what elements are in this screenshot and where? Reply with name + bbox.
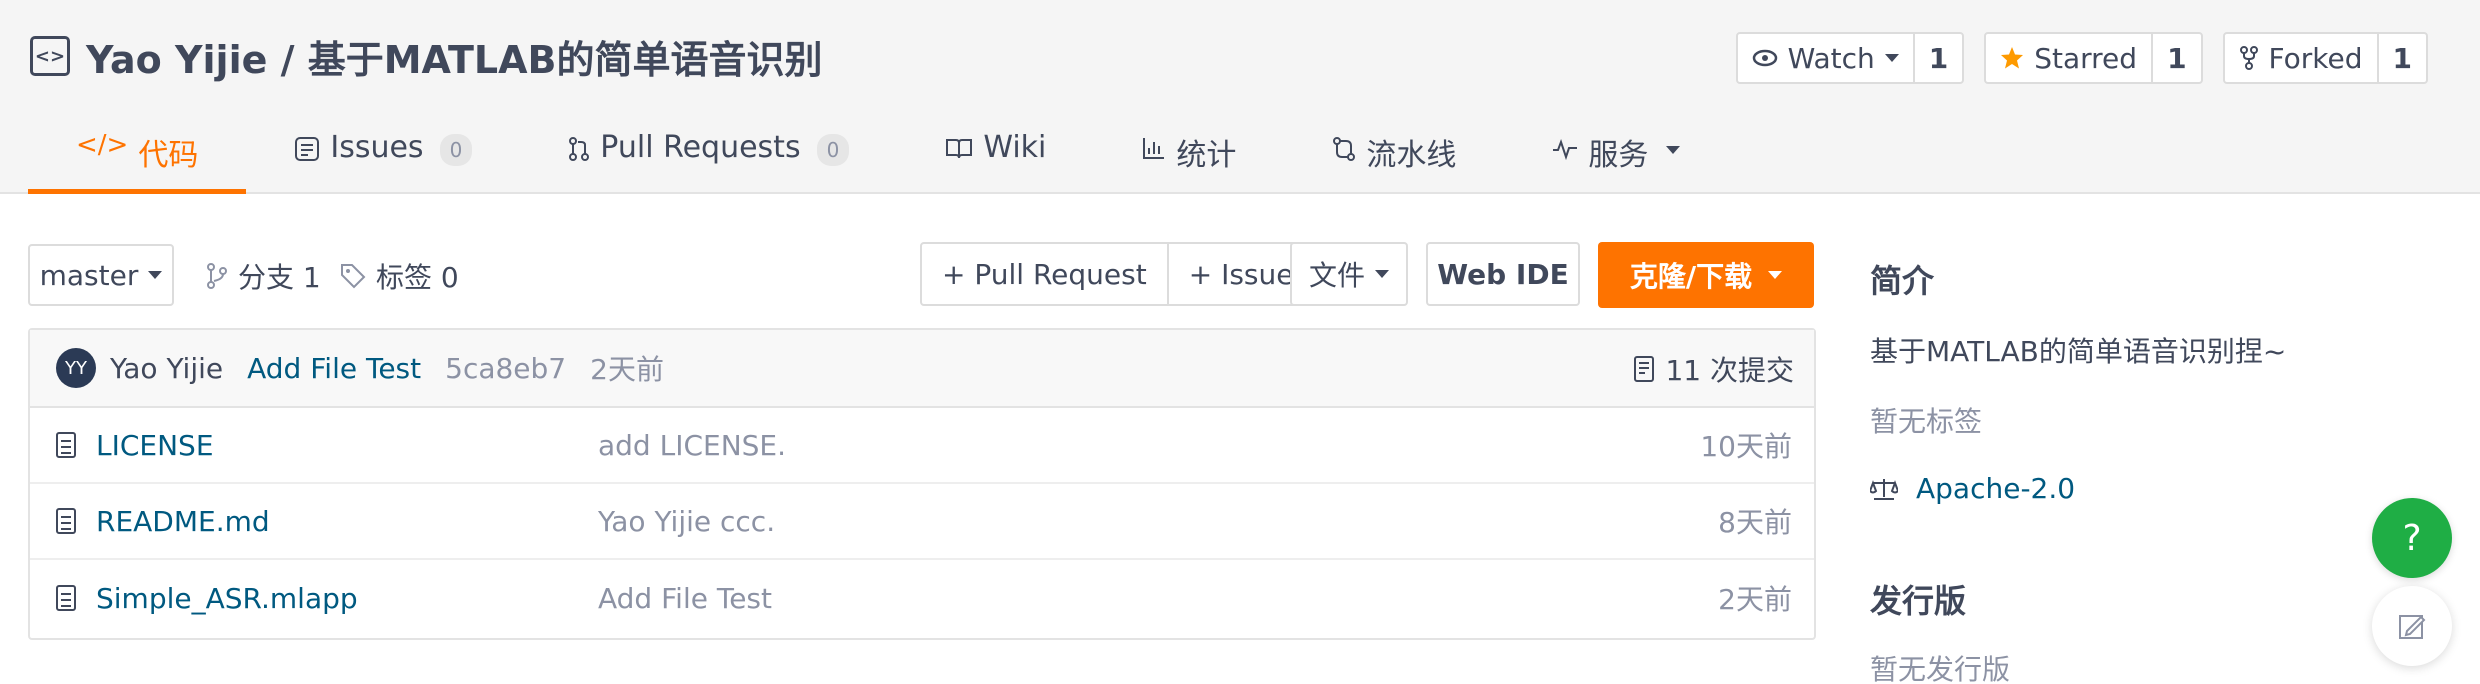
- tab-issues[interactable]: Issues 0: [246, 120, 520, 194]
- repo-header: <> Yao Yijie / 基于MATLAB的简单语音识别 Watch 1 S…: [0, 0, 2480, 194]
- new-item-group: + Pull Request + Issue: [920, 242, 1316, 306]
- web-ide-button[interactable]: Web IDE: [1426, 242, 1580, 306]
- file-icon: [56, 432, 76, 458]
- branch-label: master: [39, 258, 139, 292]
- tab-label: Issues: [330, 130, 424, 165]
- release-heading: 发行版: [1870, 582, 1967, 620]
- help-button[interactable]: ?: [2372, 498, 2452, 578]
- watch-button[interactable]: Watch 1: [1735, 32, 1965, 84]
- file-row[interactable]: README.md Yao Yijie ccc. 8天前: [30, 484, 1814, 560]
- chevron-down-icon: [1768, 271, 1783, 279]
- branch-select[interactable]: master: [28, 244, 174, 306]
- tab-label: 流水线: [1366, 138, 1457, 173]
- file-commit-message[interactable]: Yao Yijie ccc.: [598, 505, 775, 538]
- file-time: 8天前: [1718, 506, 1792, 539]
- tags-count: 标签 0: [376, 261, 459, 294]
- file-browser: YY Yao Yijie Add File Test 5ca8eb7 2天前 1…: [28, 328, 1816, 640]
- file-name[interactable]: Simple_ASR.mlapp: [96, 582, 358, 615]
- commit-message[interactable]: Add File Test: [247, 352, 421, 385]
- watch-label: Watch: [1787, 41, 1875, 75]
- files-label: 文件: [1308, 259, 1365, 292]
- intro-heading: 简介: [1870, 262, 1935, 300]
- file-row[interactable]: LICENSE add LICENSE. 10天前: [30, 408, 1814, 484]
- file-icon: [56, 585, 76, 611]
- license-name: Apache-2.0: [1916, 472, 2076, 505]
- pull-request-icon: [569, 137, 590, 161]
- repo-description: 基于MATLAB的简单语音识别捏~: [1870, 335, 2287, 368]
- repo-actions: Watch 1 Starred 1 Forked 1: [1735, 32, 2428, 84]
- tab-code[interactable]: </> 代码: [28, 120, 247, 194]
- file-name[interactable]: LICENSE: [96, 429, 214, 462]
- star-count[interactable]: 1: [2151, 34, 2200, 82]
- file-time: 10天前: [1700, 430, 1792, 463]
- tab-label: 服务: [1588, 138, 1649, 173]
- feedback-button[interactable]: [2372, 586, 2452, 666]
- pipeline-icon: [1333, 137, 1356, 161]
- issues-icon: [295, 137, 320, 161]
- tab-stats[interactable]: 统计: [1094, 120, 1284, 194]
- chevron-down-icon: [1666, 146, 1681, 154]
- bar-chart-icon: [1143, 138, 1165, 159]
- code-repo-icon: <>: [30, 36, 70, 76]
- commit-sha[interactable]: 5ca8eb7: [445, 352, 566, 385]
- tab-pipeline[interactable]: 流水线: [1284, 120, 1504, 194]
- repo-tabs: </> 代码 Issues 0 Pull Requests 0 Wiki 统计 …: [28, 120, 1728, 194]
- tag-icon: [341, 264, 366, 289]
- file-row[interactable]: Simple_ASR.mlapp Add File Test 2天前: [30, 560, 1814, 636]
- fork-label: Forked: [2268, 41, 2363, 75]
- commit-count: 11 次提交: [1665, 354, 1794, 387]
- question-icon: ?: [2402, 517, 2422, 559]
- files-dropdown[interactable]: 文件: [1290, 242, 1408, 306]
- clone-download-button[interactable]: 克隆/下载: [1598, 242, 1814, 308]
- pulse-icon: [1553, 139, 1578, 160]
- chevron-down-icon: [1375, 270, 1389, 278]
- tab-services[interactable]: 服务: [1504, 120, 1728, 194]
- tags-link[interactable]: 标签 0: [340, 256, 459, 296]
- file-commit-message[interactable]: Add File Test: [598, 582, 772, 615]
- license-link[interactable]: Apache-2.0: [1870, 472, 2075, 505]
- code-icon: </>: [76, 130, 129, 160]
- commits-icon: [1634, 356, 1655, 382]
- eye-icon: [1752, 49, 1777, 67]
- commit-count-link[interactable]: 11 次提交: [1633, 330, 1794, 408]
- new-pull-request-button[interactable]: + Pull Request: [922, 244, 1167, 304]
- pr-count-badge: 0: [816, 134, 850, 166]
- star-button[interactable]: Starred 1: [1984, 32, 2203, 84]
- issues-count-badge: 0: [439, 134, 473, 166]
- branch-icon: [207, 263, 227, 289]
- fork-count[interactable]: 1: [2376, 34, 2426, 82]
- book-icon: [946, 139, 973, 159]
- fork-button[interactable]: Forked 1: [2222, 32, 2428, 84]
- branches-count: 分支 1: [238, 261, 321, 294]
- file-commit-message[interactable]: add LICENSE.: [598, 429, 786, 462]
- tab-wiki[interactable]: Wiki: [897, 120, 1094, 194]
- commit-time: 2天前: [590, 353, 664, 386]
- fork-icon: [2239, 46, 2258, 70]
- file-icon: [56, 508, 76, 534]
- star-icon: [2001, 47, 2024, 69]
- web-ide-label: Web IDE: [1437, 257, 1569, 291]
- latest-commit: YY Yao Yijie Add File Test 5ca8eb7 2天前 1…: [30, 330, 1814, 408]
- commit-author[interactable]: Yao Yijie: [110, 352, 223, 385]
- tab-label: Pull Requests: [600, 130, 801, 165]
- watch-count[interactable]: 1: [1912, 34, 1962, 82]
- no-release-text: 暂无发行版: [1870, 653, 2011, 684]
- tab-label: 代码: [138, 138, 199, 173]
- tab-label: 统计: [1176, 138, 1237, 173]
- star-label: Starred: [2034, 41, 2138, 75]
- clone-label: 克隆/下载: [1629, 260, 1753, 293]
- tab-label: Wiki: [983, 130, 1047, 165]
- repo-title: <> Yao Yijie / 基于MATLAB的简单语音识别: [30, 28, 823, 84]
- file-name[interactable]: README.md: [96, 505, 270, 538]
- file-time: 2天前: [1718, 583, 1792, 616]
- branches-link[interactable]: 分支 1: [206, 256, 321, 296]
- repo-name[interactable]: Yao Yijie / 基于MATLAB的简单语音识别: [86, 29, 823, 84]
- edit-icon: [2399, 615, 2426, 639]
- tab-pull-requests[interactable]: Pull Requests 0: [520, 120, 897, 194]
- no-tags-text: 暂无标签: [1870, 405, 1983, 438]
- chevron-down-icon: [148, 271, 163, 279]
- scale-icon: [1870, 478, 1898, 500]
- avatar[interactable]: YY: [56, 348, 96, 388]
- chevron-down-icon: [1884, 54, 1899, 62]
